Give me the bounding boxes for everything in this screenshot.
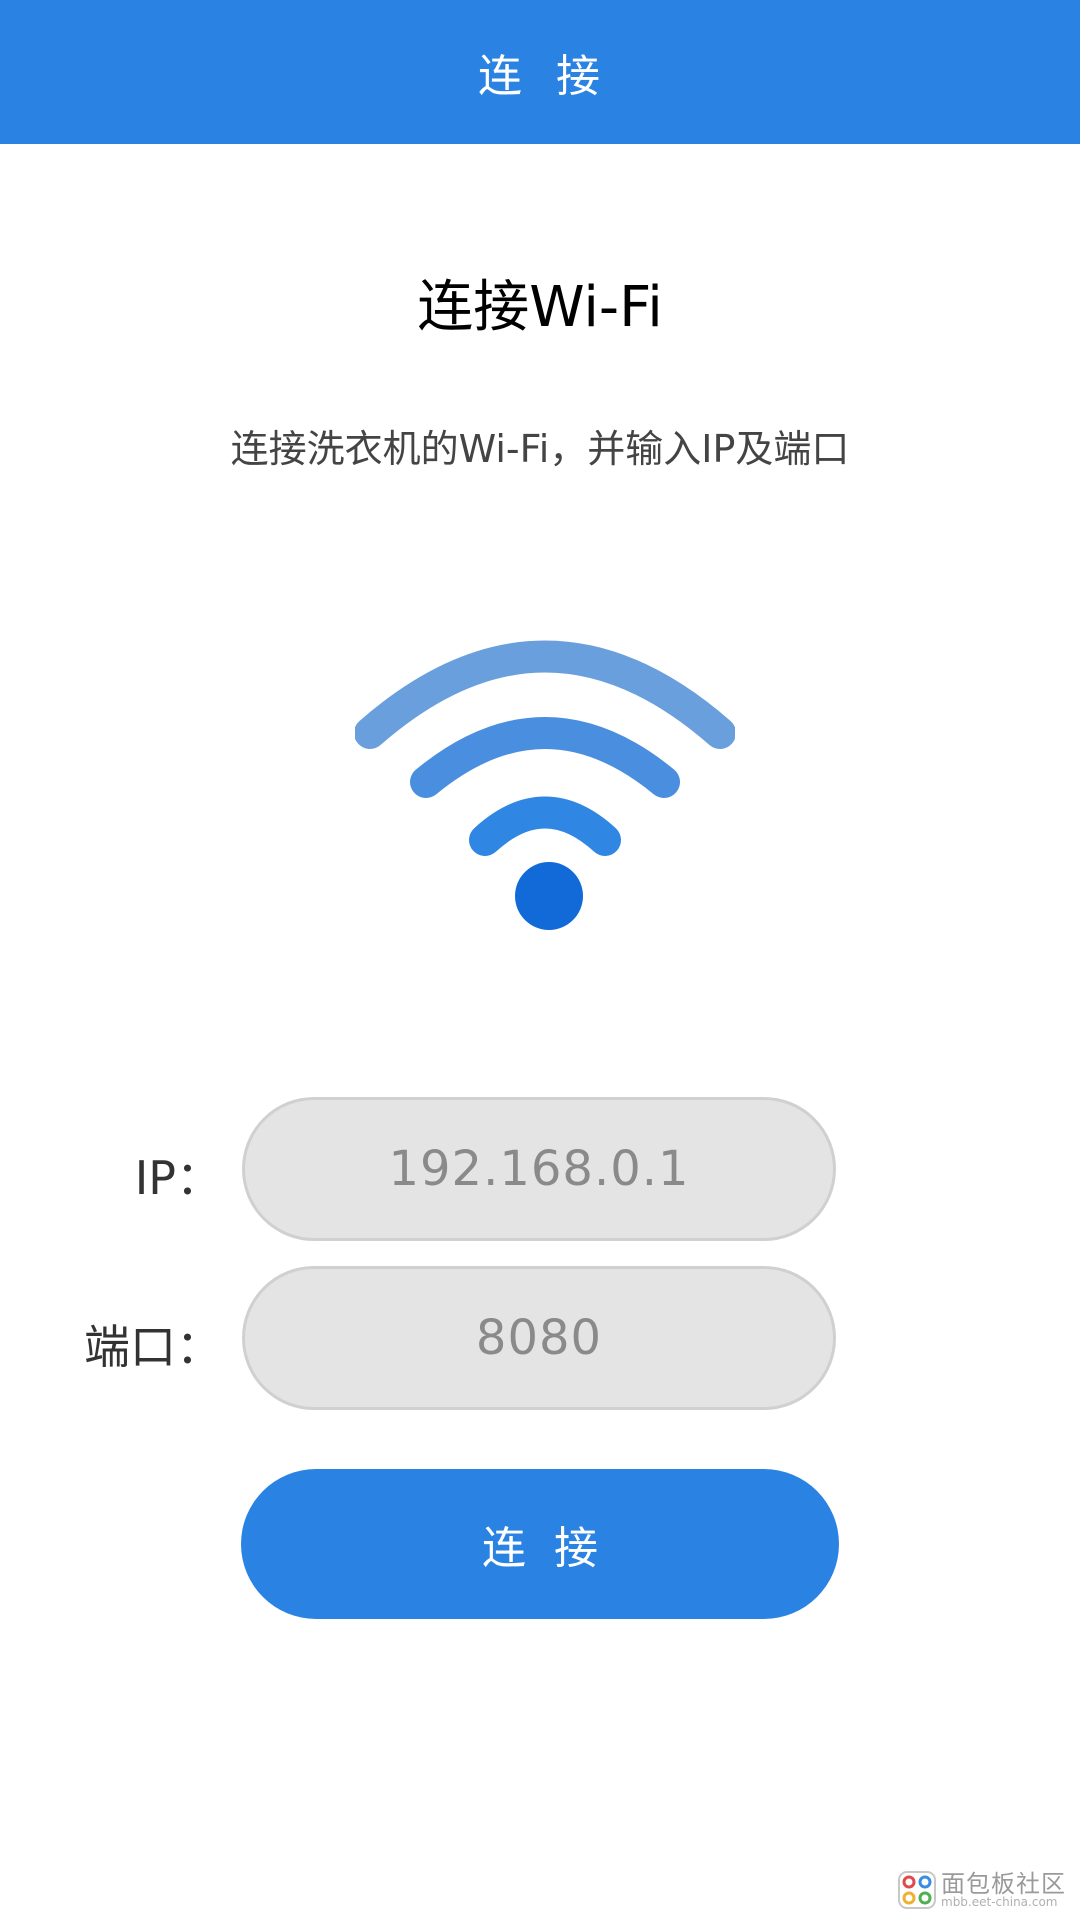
watermark: 面包板社区 mbb.eet-china.com bbox=[897, 1870, 1066, 1910]
port-input[interactable] bbox=[245, 1309, 833, 1367]
app-bar-title: 连 接 bbox=[478, 51, 602, 102]
watermark-name: 面包板社区 bbox=[941, 1870, 1066, 1898]
ip-label: IP： bbox=[134, 1151, 222, 1205]
port-label: 端口： bbox=[84, 1320, 222, 1374]
wifi-dot bbox=[515, 862, 583, 930]
watermark-url: mbb.eet-china.com bbox=[941, 1895, 1058, 1909]
wifi-arc-inner bbox=[469, 796, 621, 856]
wifi-icon bbox=[355, 640, 735, 930]
page-subtitle: 连接洗衣机的Wi-Fi，并输入IP及端口 bbox=[230, 427, 850, 471]
page-heading: 连接Wi-Fi bbox=[417, 275, 663, 340]
app-bar: 连 接 bbox=[0, 0, 1080, 144]
wifi-arc-middle bbox=[410, 717, 680, 798]
ip-input[interactable] bbox=[245, 1140, 833, 1198]
watermark-text: 面包板社区 mbb.eet-china.com bbox=[941, 1872, 1066, 1908]
port-field-box[interactable] bbox=[242, 1266, 836, 1410]
connect-button[interactable]: 连 接 bbox=[241, 1469, 839, 1619]
connect-screen: 连 接 连接Wi-Fi 连接洗衣机的Wi-Fi，并输入IP及端口 IP： 端口：… bbox=[0, 0, 1080, 1920]
watermark-logo-icon bbox=[898, 1871, 936, 1909]
ip-field-box[interactable] bbox=[242, 1097, 836, 1241]
